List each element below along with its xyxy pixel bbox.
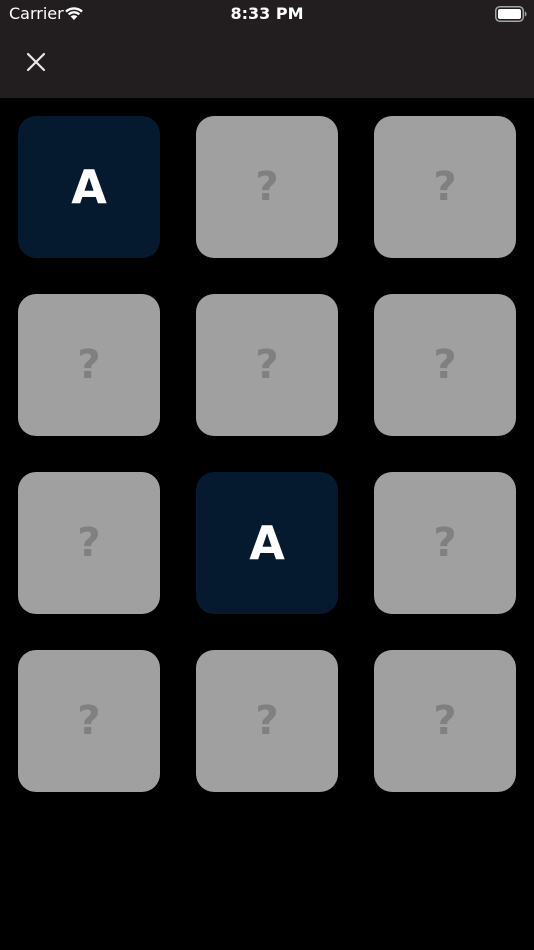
card-hidden[interactable]: ? [374, 294, 516, 436]
status-bar: Carrier 8:33 PM [0, 0, 534, 28]
question-mark-icon: ? [433, 164, 457, 210]
question-mark-icon: ? [255, 342, 279, 388]
question-mark-icon: ? [77, 698, 101, 744]
card-hidden[interactable]: ? [18, 472, 160, 614]
status-time: 8:33 PM [230, 4, 304, 23]
close-button[interactable] [20, 46, 52, 78]
battery-icon [495, 6, 527, 22]
card-letter: A [249, 516, 285, 570]
card-hidden[interactable]: ? [374, 116, 516, 258]
card-hidden[interactable]: ? [18, 294, 160, 436]
card-hidden[interactable]: ? [196, 116, 338, 258]
card-hidden[interactable]: ? [196, 650, 338, 792]
question-mark-icon: ? [255, 698, 279, 744]
card-grid: A?????? A???? [18, 116, 516, 792]
card-hidden[interactable]: ? [18, 650, 160, 792]
card-letter: A [71, 160, 107, 214]
question-mark-icon: ? [433, 342, 457, 388]
card-hidden[interactable]: ? [196, 294, 338, 436]
question-mark-icon: ? [433, 520, 457, 566]
game-screen: Carrier 8:33 PM A?????? A???? [0, 0, 534, 950]
card-revealed[interactable]: A [18, 116, 160, 258]
question-mark-icon: ? [77, 520, 101, 566]
top-bar: Carrier 8:33 PM [0, 0, 534, 98]
question-mark-icon: ? [255, 164, 279, 210]
question-mark-icon: ? [77, 342, 101, 388]
card-hidden[interactable]: ? [374, 472, 516, 614]
question-mark-icon: ? [433, 698, 457, 744]
card-revealed[interactable]: A [196, 472, 338, 614]
card-hidden[interactable]: ? [374, 650, 516, 792]
close-icon [26, 52, 46, 72]
